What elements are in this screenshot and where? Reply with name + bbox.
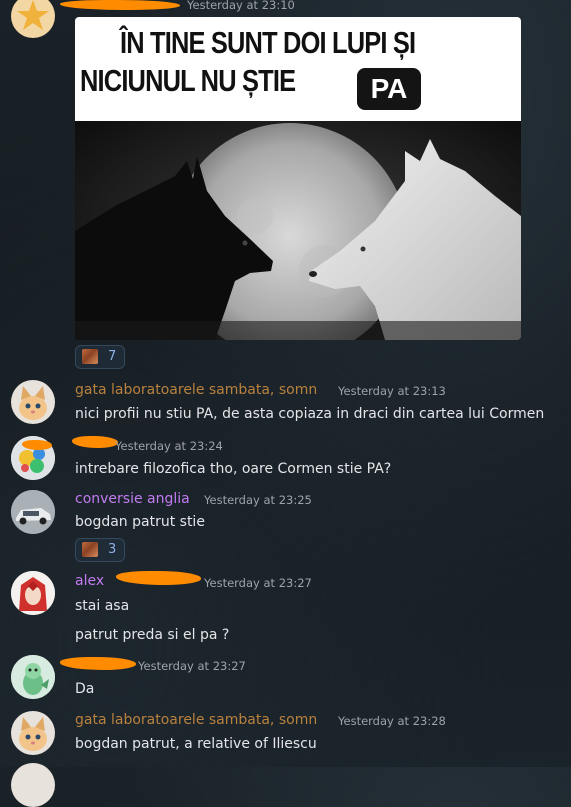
redacted-username — [72, 436, 118, 448]
reaction-button[interactable]: 3 — [75, 538, 125, 562]
timestamp: Yesterday at 23:24 — [115, 439, 223, 453]
character-avatar-icon — [11, 655, 55, 699]
username[interactable]: alex — [75, 573, 104, 589]
message-text: intrebare filozofica tho, oare Cormen st… — [75, 461, 392, 477]
cat-avatar-icon — [19, 717, 47, 751]
avatar[interactable] — [11, 490, 55, 534]
message-text: Da — [75, 681, 95, 697]
avatar[interactable] — [11, 0, 55, 38]
message-text: patrut preda si el pa ? — [75, 627, 230, 643]
avatar[interactable] — [11, 763, 55, 807]
meme-pa-badge: PA — [357, 68, 421, 110]
star-avatar-icon — [17, 0, 49, 30]
meme-caption-line2: NICIUNUL NU ȘTIE — [80, 63, 296, 98]
timestamp: Yesterday at 23:13 — [338, 384, 446, 398]
reaction-count: 7 — [108, 349, 117, 364]
timestamp: Yesterday at 23:28 — [338, 714, 446, 728]
timestamp: Yesterday at 23:27 — [204, 576, 312, 590]
avatar[interactable] — [11, 655, 55, 699]
username[interactable]: gata laboratoarele sambata, somn — [75, 382, 317, 398]
message-5: Yesterday at 23:27 Da — [0, 655, 571, 705]
reaction-button[interactable]: 7 — [75, 345, 125, 369]
anime-avatar-icon — [11, 571, 55, 615]
wolves-moon-picture — [75, 121, 521, 340]
meme-caption-line1: ÎN TINE SUNT DOI LUPI ȘI — [120, 25, 416, 60]
meme-caption-panel: ÎN TINE SUNT DOI LUPI ȘI NICIUNUL NU ȘTI… — [75, 17, 521, 121]
message-text: stai asa — [75, 598, 130, 614]
custom-emoji-icon — [82, 349, 98, 364]
avatar[interactable] — [11, 711, 55, 755]
custom-emoji-icon — [82, 542, 98, 557]
username[interactable]: conversie anglia — [75, 491, 190, 507]
message-0: Yesterday at 23:10 ÎN TINE SUNT DOI LUPI… — [0, 0, 571, 372]
message-2: Yesterday at 23:24 intrebare filozofica … — [0, 430, 571, 485]
avatar[interactable] — [11, 571, 55, 615]
message-text: bogdan patrut stie — [75, 514, 205, 530]
message-4: alex Yesterday at 23:27 stai asa patrut … — [0, 567, 571, 655]
timestamp: Yesterday at 23:27 — [138, 659, 246, 673]
car-avatar-icon — [11, 490, 55, 534]
avatar[interactable] — [11, 380, 55, 424]
message-text: bogdan patrut, a relative of Iliescu — [75, 736, 317, 752]
message-6: gata laboratoarele sambata, somn Yesterd… — [0, 705, 571, 807]
redacted-username — [116, 571, 201, 585]
redacted-username — [60, 0, 180, 10]
timestamp: Yesterday at 23:10 — [187, 0, 295, 12]
message-1: gata laboratoarele sambata, somn Yesterd… — [0, 372, 571, 430]
timestamp: Yesterday at 23:25 — [204, 493, 312, 507]
username[interactable]: gata laboratoarele sambata, somn — [75, 712, 317, 728]
message-3: conversie anglia Yesterday at 23:25 bogd… — [0, 485, 571, 567]
meme-image[interactable]: ÎN TINE SUNT DOI LUPI ȘI NICIUNUL NU ȘTI… — [75, 17, 521, 340]
redacted-username — [60, 657, 136, 670]
message-text: nici profii nu stiu PA, de asta copiaza … — [75, 406, 545, 422]
reaction-count: 3 — [108, 542, 117, 557]
cat-avatar-icon — [19, 386, 47, 420]
